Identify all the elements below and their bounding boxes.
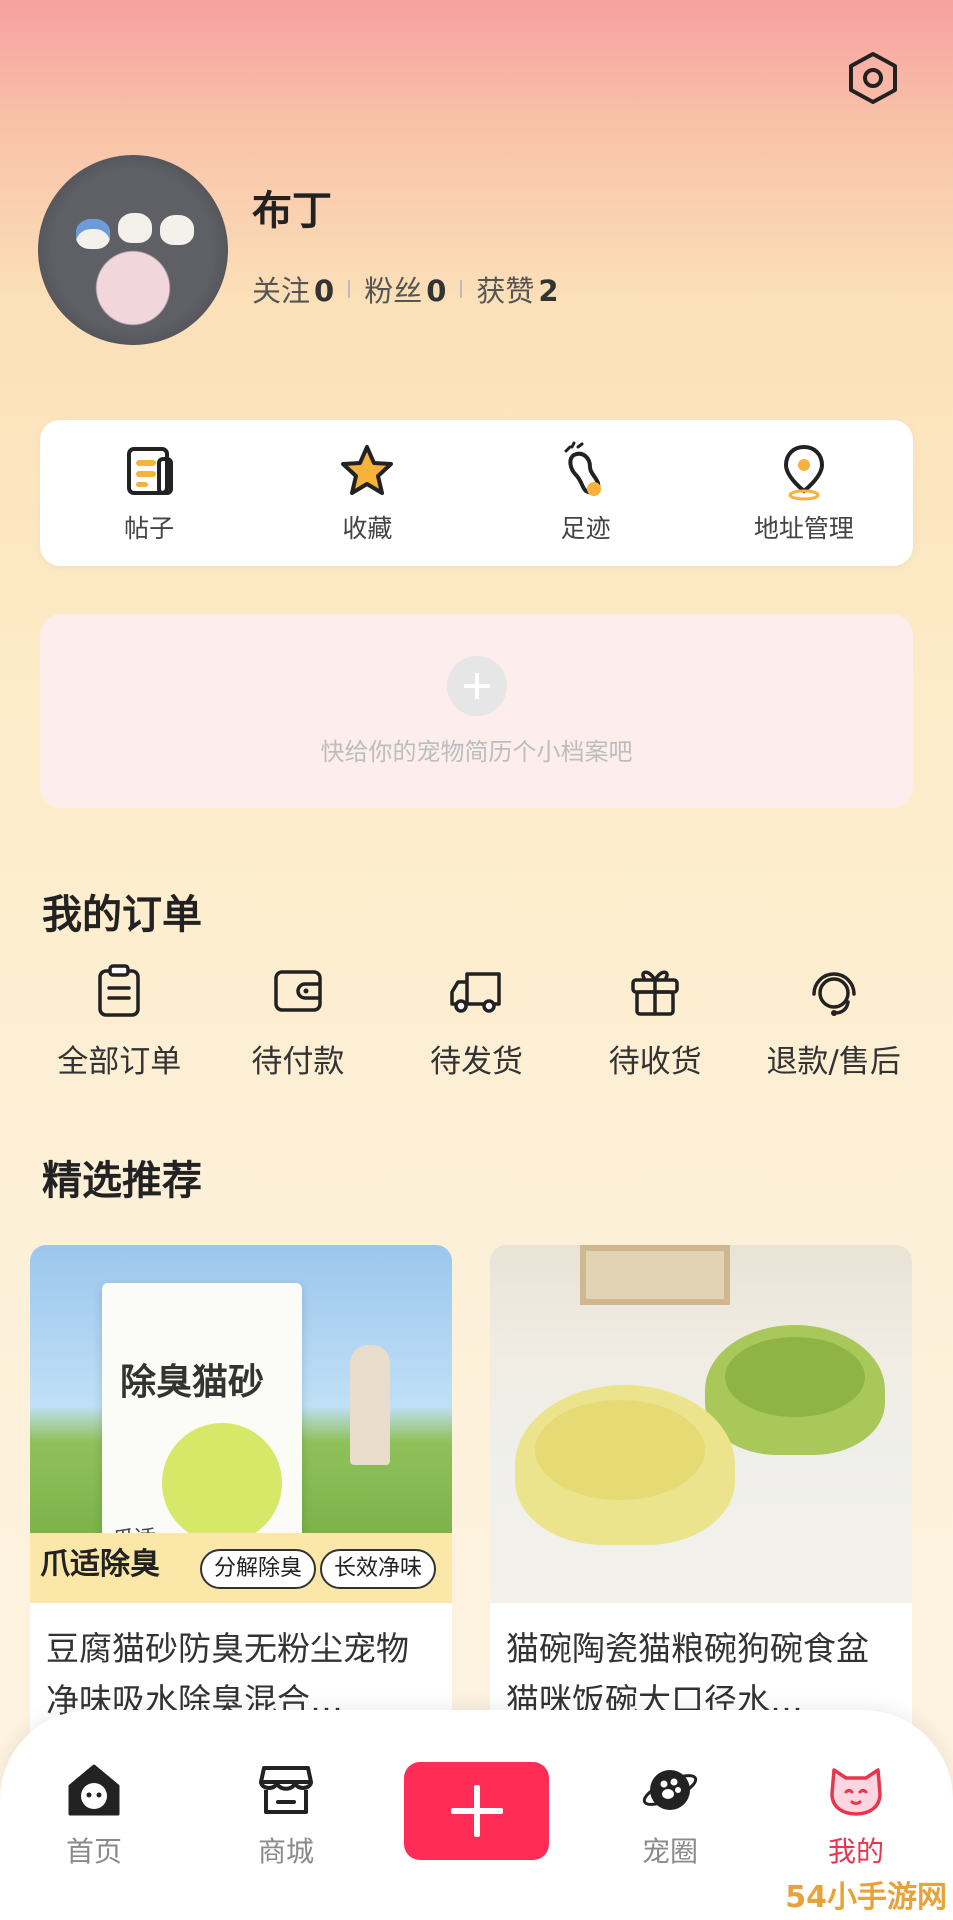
footprint-icon (564, 441, 601, 496)
nav-circle[interactable]: 宠圈 (610, 1760, 730, 1870)
followers-count: 0 (426, 274, 447, 308)
settings-button[interactable] (845, 50, 901, 106)
headset-icon (811, 972, 856, 1016)
quick-item-label: 足迹 (560, 514, 611, 543)
order-pending-payment[interactable]: 待付款 (209, 962, 388, 1092)
pet-profile-hint: 快给你的宠物简历个小档案吧 (320, 737, 633, 766)
nickname[interactable]: 布丁 (252, 178, 332, 236)
avatar-figure (160, 215, 194, 245)
nav-label: 我的 (827, 1835, 884, 1868)
likes-stat[interactable]: 获赞 2 (476, 268, 558, 310)
picture-frame-decoration (580, 1245, 730, 1305)
following-label: 关注 (252, 274, 311, 308)
order-all[interactable]: 全部订单 (30, 962, 209, 1092)
cat-face-icon (830, 1768, 882, 1816)
profile-stats: 关注 0 粉丝 0 获赞 2 (252, 268, 559, 310)
quick-item-footprint[interactable]: 足迹 (486, 441, 686, 545)
star-icon (341, 445, 394, 495)
gift-icon (631, 970, 679, 1016)
clipboard-icon (98, 964, 141, 1017)
avatar[interactable] (38, 155, 228, 345)
nav-mall[interactable]: 商城 (226, 1760, 346, 1870)
bag-title: 除臭猫砂 (120, 1362, 265, 1403)
orders-title: 我的订单 (42, 892, 202, 938)
add-post-button[interactable] (404, 1762, 549, 1860)
followers-stat[interactable]: 粉丝 0 (364, 268, 446, 310)
recommend-title: 精选推荐 (42, 1158, 202, 1204)
likes-label: 获赞 (476, 274, 535, 308)
location-pin-icon (783, 444, 824, 501)
windmill-illustration (350, 1345, 390, 1465)
order-refund[interactable]: 退款/售后 (744, 962, 923, 1092)
product-card[interactable]: 猫碗陶瓷猫粮碗狗碗食盆猫咪饭碗大口径水… (490, 1245, 912, 1745)
order-label: 全部订单 (57, 1044, 182, 1080)
green-bowl (705, 1325, 885, 1455)
quick-item-label: 收藏 (342, 514, 393, 543)
nav-mine[interactable]: 我的 (796, 1760, 916, 1870)
banner-tag: 分解除臭 (200, 1549, 317, 1589)
orders-row: 全部订单 待付款 待发货 待收货 退款/售后 (30, 962, 923, 1092)
avatar-figure (76, 219, 110, 249)
order-pending-shipment[interactable]: 待发货 (387, 962, 566, 1092)
product-image[interactable] (490, 1245, 912, 1603)
posts-icon (127, 447, 174, 495)
banner-title: 爪适除臭 (40, 1547, 160, 1582)
wallet-icon (274, 970, 322, 1012)
order-label: 待收货 (608, 1044, 702, 1080)
watermark: 54小手游网 (785, 1880, 947, 1915)
avatar-figure (118, 213, 152, 243)
quick-item-label: 地址管理 (753, 514, 854, 543)
nav-home[interactable]: 首页 (34, 1760, 154, 1870)
quick-item-label: 帖子 (124, 514, 175, 543)
product-banner: 爪适除臭 分解除臭 长效净味 (30, 1533, 452, 1603)
truck-icon (450, 972, 502, 1013)
order-pending-receipt[interactable]: 待收货 (566, 962, 745, 1092)
litter-bag: 除臭猫砂 爪适 cozypaw (102, 1283, 302, 1573)
product-image[interactable]: 除臭猫砂 爪适 cozypaw 爪适除臭 分解除臭 长效净味 (30, 1245, 452, 1603)
product-card[interactable]: 除臭猫砂 爪适 cozypaw 爪适除臭 分解除臭 长效净味 豆腐猫砂防臭无粉尘… (30, 1245, 452, 1745)
add-pet-icon[interactable] (446, 655, 507, 716)
divider (348, 280, 351, 298)
nav-label: 宠圈 (641, 1835, 698, 1868)
quick-item-address[interactable]: 地址管理 (704, 441, 904, 545)
shop-icon (259, 1766, 313, 1814)
order-label: 退款/售后 (766, 1044, 901, 1080)
paw-planet-icon (642, 1770, 698, 1810)
followers-label: 粉丝 (364, 274, 423, 308)
likes-count: 2 (538, 274, 559, 308)
quick-item-posts[interactable]: 帖子 (49, 441, 249, 545)
pet-profile-card[interactable]: 快给你的宠物简历个小档案吧 (40, 614, 913, 808)
hexagon-settings-icon (849, 52, 897, 104)
order-label: 待发货 (429, 1044, 523, 1080)
quick-menu-card: 帖子 收藏 足迹 地址管理 (40, 420, 913, 566)
following-count: 0 (314, 274, 335, 308)
quick-item-favorites[interactable]: 收藏 (267, 441, 467, 545)
order-label: 待付款 (251, 1044, 345, 1080)
home-icon (68, 1764, 120, 1816)
divider (460, 280, 463, 298)
following-stat[interactable]: 关注 0 (252, 268, 334, 310)
nav-label: 首页 (65, 1835, 122, 1868)
yellow-bowl (515, 1385, 735, 1545)
nav-label: 商城 (257, 1835, 314, 1868)
banner-tag: 长效净味 (320, 1549, 437, 1589)
